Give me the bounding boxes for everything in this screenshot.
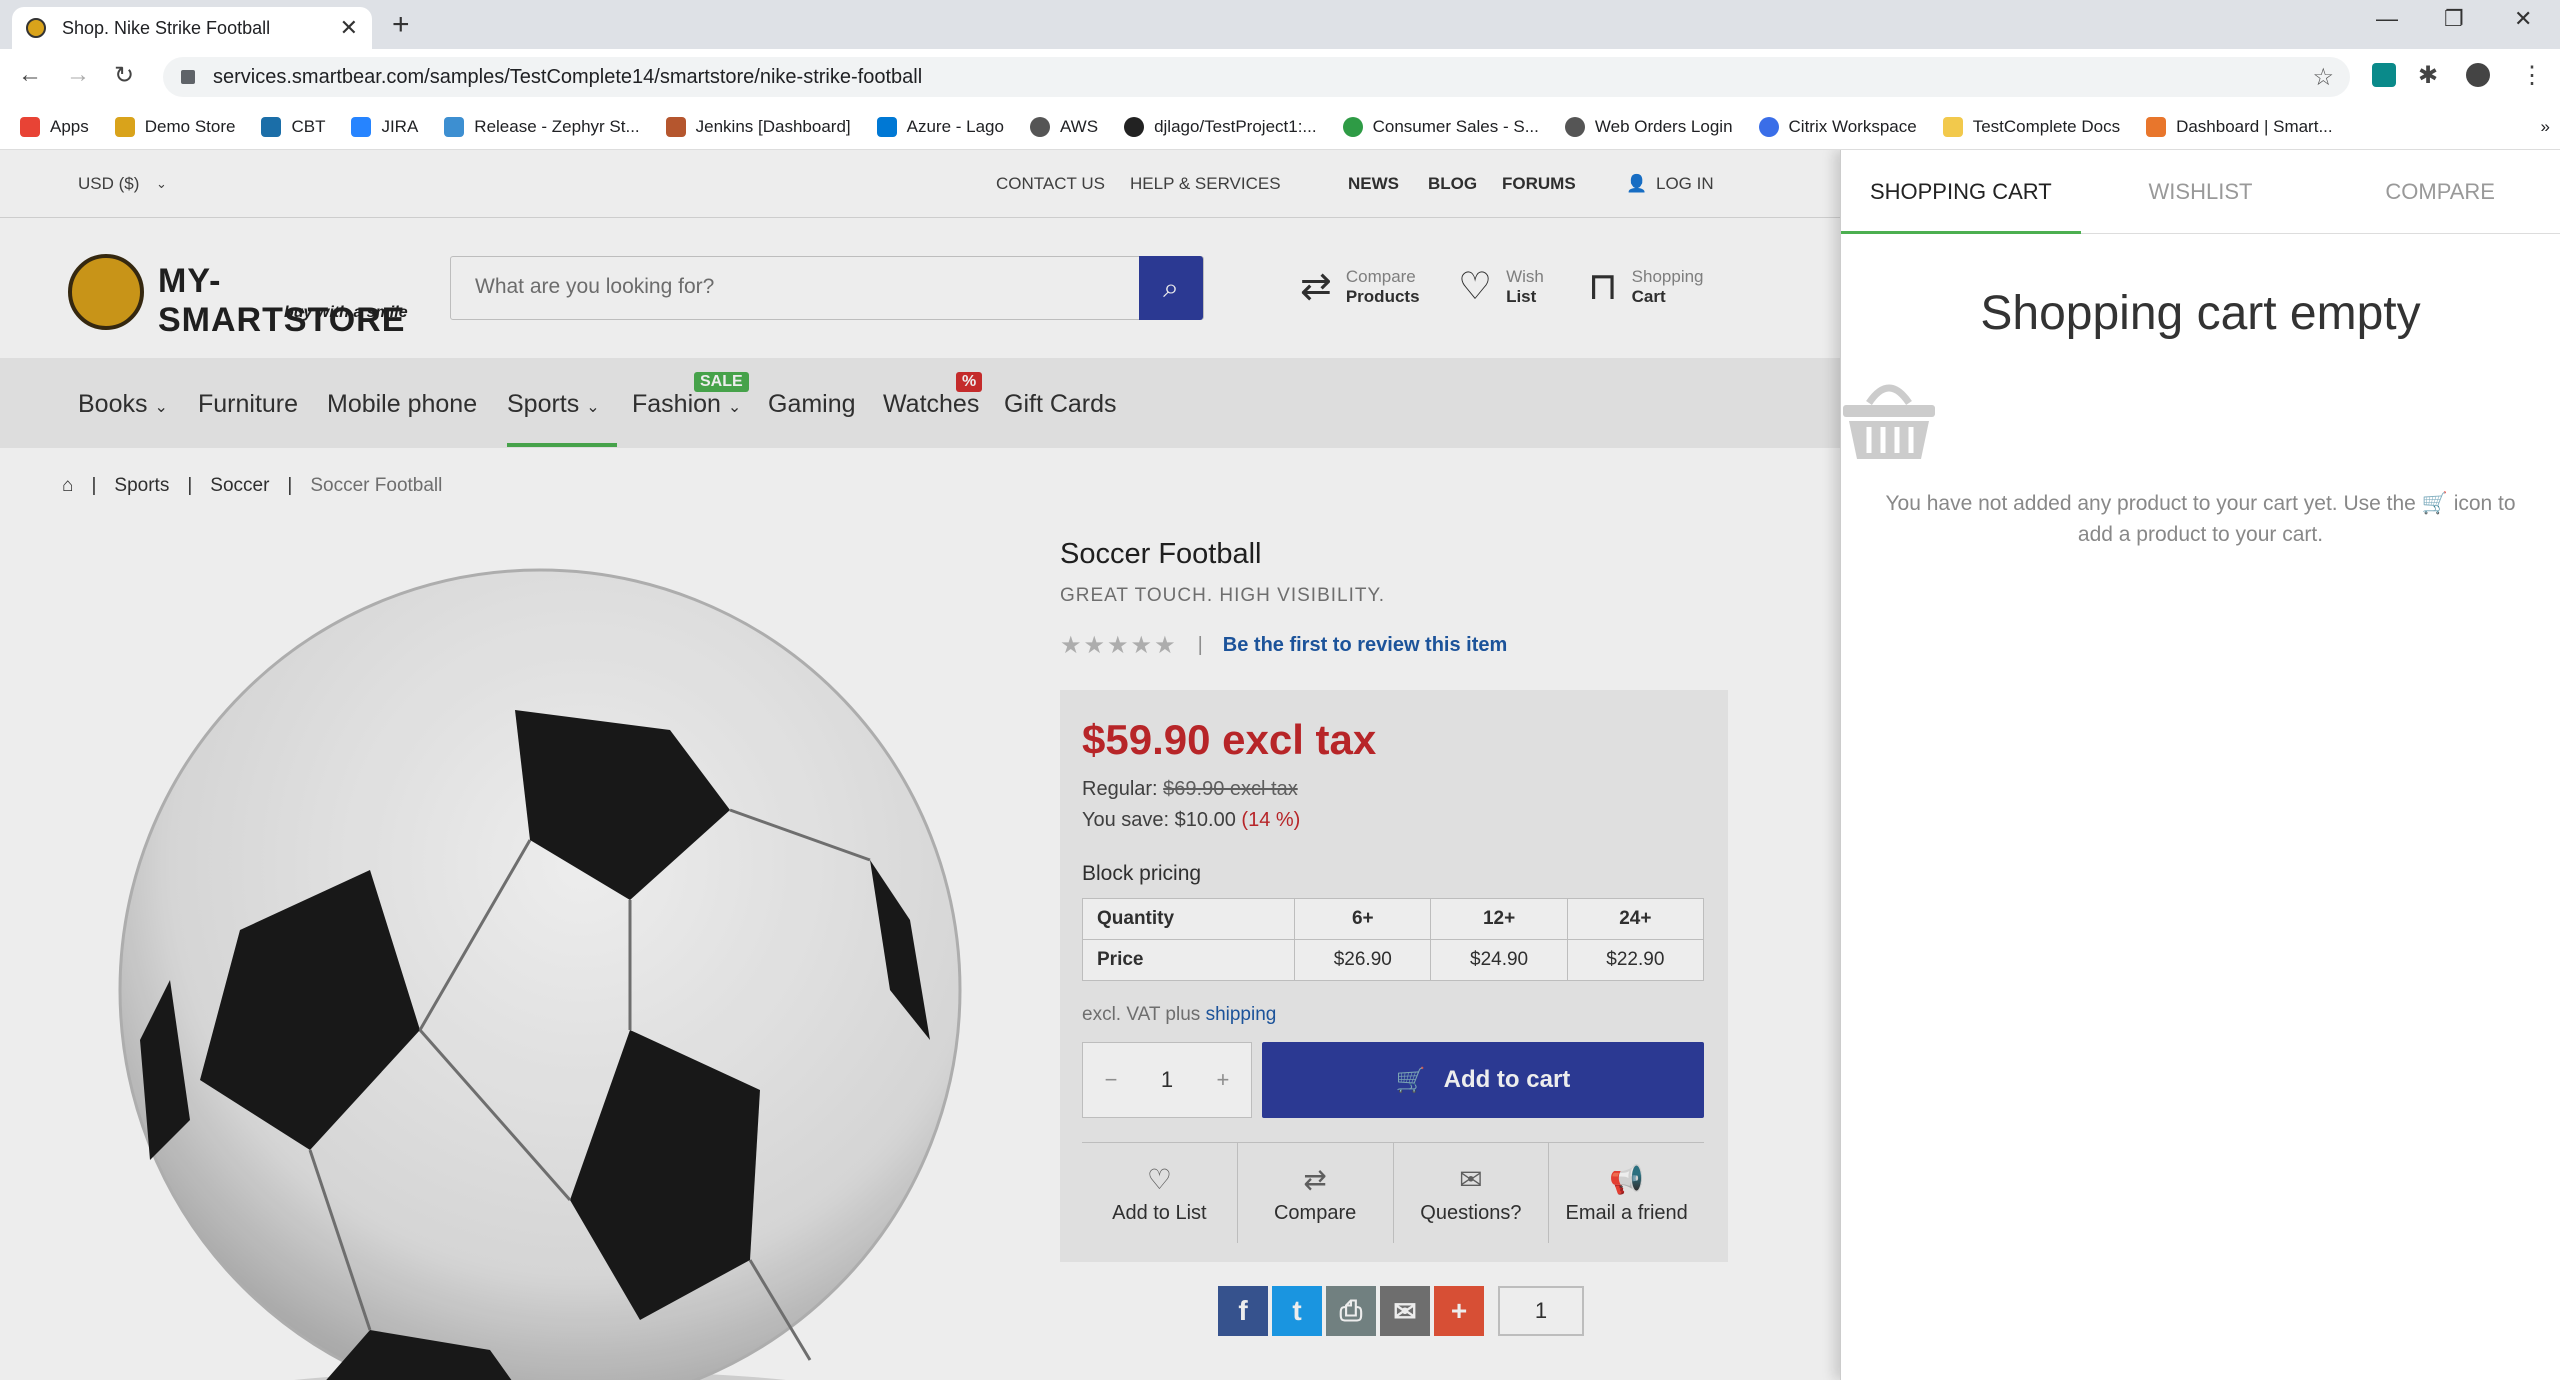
jenkins-icon (665, 117, 686, 137)
demo-store-icon (114, 117, 135, 137)
bookmark-web-orders[interactable]: Web Orders Login (1564, 117, 1733, 137)
menu-icon[interactable]: ⋮ (2520, 61, 2544, 90)
github-icon (1124, 117, 1145, 137)
store-favicon-icon (26, 18, 46, 38)
store-page: USD ($) ⌄ CONTACT US HELP & SERVICES NEW… (0, 150, 1840, 1380)
bookmarks-bar: Apps Demo Store CBT JIRA Release - Zephy… (0, 105, 2560, 150)
bookmark-dashboard[interactable]: Dashboard | Smart... (2146, 117, 2333, 137)
apps-icon (20, 117, 40, 137)
bookmark-azure[interactable]: Azure - Lago (876, 117, 1004, 137)
consumer-sales-icon (1342, 117, 1363, 137)
bookmark-consumer-sales[interactable]: Consumer Sales - S... (1342, 117, 1539, 137)
bookmark-testcomplete-docs[interactable]: TestComplete Docs (1942, 117, 2120, 137)
profile-icon[interactable] (2466, 63, 2490, 87)
bookmark-jira[interactable]: JIRA (351, 117, 418, 137)
bookmark-demo-store[interactable]: Demo Store (114, 117, 235, 137)
globe-icon (1029, 117, 1050, 137)
bookmark-zephyr[interactable]: Release - Zephyr St... (444, 117, 640, 137)
bookmark-github[interactable]: djlago/TestProject1:... (1124, 117, 1317, 137)
back-icon[interactable]: ← (18, 61, 42, 89)
tab-compare[interactable]: COMPARE (2320, 150, 2560, 233)
url-bar[interactable]: services.smartbear.com/samples/TestCompl… (163, 57, 2350, 97)
extension-icon[interactable] (2372, 63, 2396, 87)
lock-icon (181, 70, 195, 84)
url-text: services.smartbear.com/samples/TestCompl… (213, 65, 923, 88)
jira-icon (351, 117, 372, 137)
page-viewport: USD ($) ⌄ CONTACT US HELP & SERVICES NEW… (0, 150, 2560, 1380)
new-tab-icon[interactable]: + (392, 8, 410, 42)
reload-icon[interactable]: ↻ (114, 61, 134, 90)
bookmark-star-icon[interactable]: ☆ (2312, 63, 2334, 92)
panel-tabs: SHOPPING CART WISHLIST COMPARE (1841, 150, 2560, 234)
azure-icon (876, 117, 897, 137)
browser-tab[interactable]: Shop. Nike Strike Football ✕ (12, 7, 372, 49)
folder-icon (1942, 117, 1963, 137)
dashboard-icon (2146, 117, 2167, 137)
tab-title: Shop. Nike Strike Football (62, 17, 271, 38)
empty-cart-title: Shopping cart empty (1980, 287, 2421, 340)
address-bar-row: ← → ↻ services.smartbear.com/samples/Tes… (0, 49, 2560, 105)
empty-basket-icon (1843, 384, 1935, 459)
empty-cart-message: You have not added any product to your c… (1885, 492, 2516, 546)
citrix-icon (1758, 117, 1779, 137)
offcanvas-cart-panel: SHOPPING CART WISHLIST COMPARE Shopping … (1840, 150, 2560, 1380)
zephyr-icon (444, 117, 465, 137)
minimize-icon[interactable]: — (2376, 6, 2398, 32)
page-dim-overlay[interactable] (0, 150, 1840, 1380)
bookmark-cbt[interactable]: CBT (261, 117, 325, 137)
bookmark-apps[interactable]: Apps (20, 117, 89, 137)
tab-wishlist[interactable]: WISHLIST (2081, 150, 2321, 233)
bookmark-citrix[interactable]: Citrix Workspace (1758, 117, 1917, 137)
cart-add-icon: 🛒 (2421, 492, 2448, 515)
close-tab-icon[interactable]: ✕ (340, 15, 358, 41)
cbt-icon (261, 117, 282, 137)
extensions-puzzle-icon[interactable]: ✱ (2418, 61, 2438, 90)
globe-icon (1564, 117, 1585, 137)
restore-icon[interactable]: ❐ (2444, 6, 2464, 32)
forward-icon[interactable]: → (66, 61, 90, 89)
tab-shopping-cart[interactable]: SHOPPING CART (1841, 150, 2081, 234)
bookmark-jenkins[interactable]: Jenkins [Dashboard] (665, 117, 851, 137)
more-bookmarks-icon[interactable]: » (2541, 117, 2550, 137)
browser-tab-strip: Shop. Nike Strike Football ✕ + — ❐ ✕ (0, 0, 2560, 49)
close-window-icon[interactable]: ✕ (2514, 6, 2532, 32)
bookmark-aws[interactable]: AWS (1029, 117, 1098, 137)
